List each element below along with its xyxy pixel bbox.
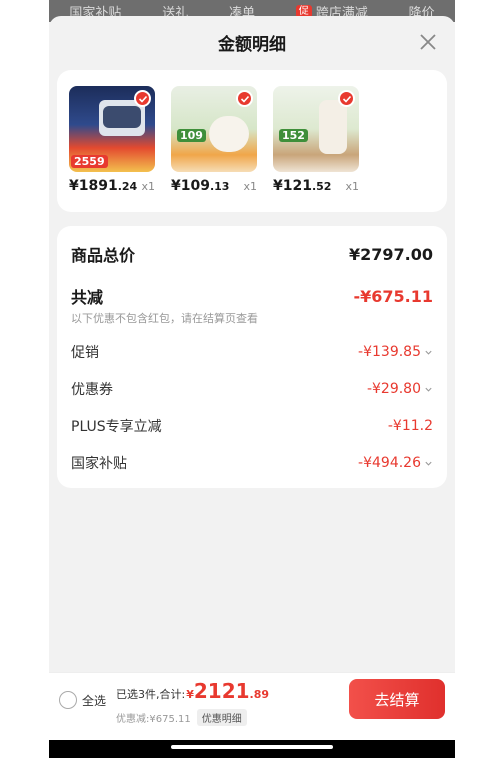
chevron-down-icon xyxy=(425,387,432,392)
national-subsidy-row[interactable]: 国家补贴 -¥494.26 xyxy=(71,453,433,473)
product-item[interactable]: 2559 ¥1891.24 x1 xyxy=(69,86,155,212)
amount-detail-sheet: 金额明细 2559 ¥1891.24 x1 109 ¥109.13 x1 152… xyxy=(49,16,455,758)
checked-icon[interactable] xyxy=(338,90,355,107)
checked-icon[interactable] xyxy=(236,90,253,107)
coupon-label: 优惠券 xyxy=(71,382,113,398)
reduced-amount: 优惠减:¥675.11 xyxy=(116,714,191,725)
product-thumbnail[interactable]: 2559 xyxy=(69,86,155,172)
national-subsidy-label: 国家补贴 xyxy=(71,456,127,472)
phone-screen: 国家补贴 送礼 凑单 促 跨店满减 降价 金额明细 2559 ¥1891.24 … xyxy=(49,0,455,758)
plus-discount-row: PLUS专享立减 -¥11.2 xyxy=(71,416,433,436)
sheet-header: 金额明细 xyxy=(49,16,455,68)
product-item[interactable]: 109 ¥109.13 x1 xyxy=(171,86,257,212)
promotion-row[interactable]: 促销 -¥139.85 xyxy=(71,342,433,362)
sheet-title: 金额明细 xyxy=(218,34,286,55)
reduce-value: -¥675.11 xyxy=(353,286,433,306)
close-icon[interactable] xyxy=(417,31,439,53)
system-bar xyxy=(49,740,455,758)
product-price: ¥1891.24 xyxy=(69,178,138,194)
product-list-card: 2559 ¥1891.24 x1 109 ¥109.13 x1 152 ¥121… xyxy=(57,70,447,212)
product-quantity: x1 xyxy=(243,180,257,193)
amount-summary-card: 商品总价 ¥2797.00 共减 -¥675.11 以下优惠不包含红包，请在结算… xyxy=(57,226,447,488)
product-thumbnail[interactable]: 152 xyxy=(273,86,359,172)
product-price: ¥121.52 xyxy=(273,178,332,194)
thumbnail-price: 152 xyxy=(279,129,308,142)
product-price: ¥109.13 xyxy=(171,178,230,194)
coupon-row[interactable]: 优惠券 -¥29.80 xyxy=(71,379,433,399)
promotion-label: 促销 xyxy=(71,345,99,361)
thumbnail-price: 109 xyxy=(177,129,206,142)
home-indicator[interactable] xyxy=(171,745,333,749)
national-subsidy-value: -¥494.26 xyxy=(358,455,433,471)
reduce-row: 共减 -¥675.11 xyxy=(71,284,433,308)
select-all-label[interactable]: 全选 xyxy=(82,692,106,709)
total-price-label: 商品总价 xyxy=(71,246,136,265)
selected-count-text: 已选3件,合计: xyxy=(116,688,186,701)
product-quantity: x1 xyxy=(345,180,359,193)
grand-total: ¥2121.89 xyxy=(186,679,270,703)
total-price-value: ¥2797.00 xyxy=(348,244,433,264)
plus-discount-label: PLUS专享立减 xyxy=(71,419,162,435)
select-all-radio[interactable] xyxy=(59,691,77,709)
plus-discount-value: -¥11.2 xyxy=(387,418,433,434)
thumbnail-price: 2559 xyxy=(71,155,108,168)
checked-icon[interactable] xyxy=(134,90,151,107)
reduce-label: 共减 xyxy=(71,288,104,307)
total-price-row: 商品总价 ¥2797.00 xyxy=(71,242,433,266)
reduced-line: 优惠减:¥675.11 优惠明细 xyxy=(116,709,247,726)
product-quantity: x1 xyxy=(141,180,155,193)
product-item[interactable]: 152 ¥121.52 x1 xyxy=(273,86,359,212)
chevron-down-icon xyxy=(425,350,432,355)
selection-summary: 已选3件,合计: ¥2121.89 xyxy=(116,679,269,703)
discount-note: 以下优惠不包含红包，请在结算页查看 xyxy=(71,312,258,325)
discount-detail-button[interactable]: 优惠明细 xyxy=(196,709,247,726)
checkout-button[interactable]: 去结算 xyxy=(349,679,445,719)
checkout-bar: 全选 已选3件,合计: ¥2121.89 优惠减:¥675.11 优惠明细 去结… xyxy=(49,672,455,728)
promotion-value: -¥139.85 xyxy=(358,344,433,360)
product-thumbnail[interactable]: 109 xyxy=(171,86,257,172)
chevron-down-icon xyxy=(425,461,432,466)
coupon-value: -¥29.80 xyxy=(367,381,433,397)
